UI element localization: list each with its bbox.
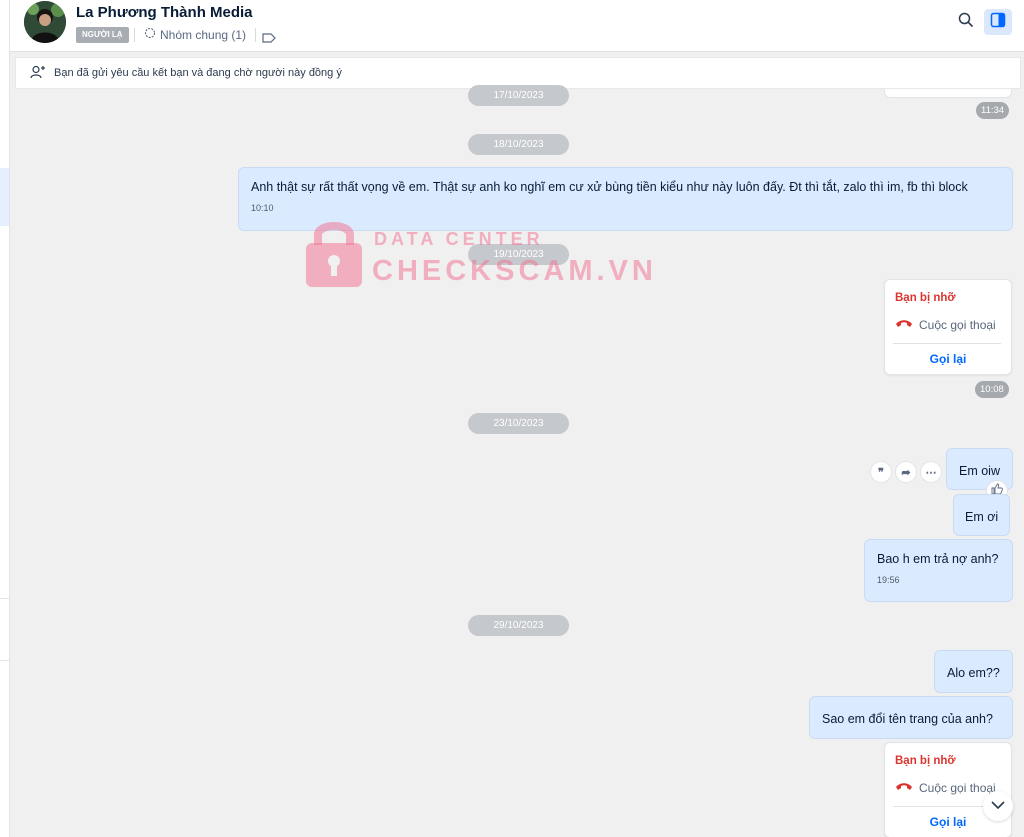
message-text: Sao em đổi tên trang của anh? [822, 712, 993, 726]
divider [0, 660, 9, 661]
date-separator: 18/10/2023 [468, 134, 569, 155]
missed-call-icon [895, 317, 913, 332]
forward-icon[interactable]: ➦ [896, 462, 916, 482]
active-conversation-indicator [0, 168, 9, 226]
message-card-partial [884, 89, 1012, 98]
more-options-icon[interactable]: ⋯ [921, 462, 941, 482]
divider [255, 28, 256, 42]
contact-name[interactable]: La Phương Thành Media [76, 4, 253, 21]
avatar[interactable] [24, 1, 66, 43]
call-type-label: Cuộc gọi thoại [919, 780, 996, 795]
date-separator: 23/10/2023 [468, 413, 569, 434]
common-groups-link[interactable]: Nhóm chung (1) [144, 27, 246, 42]
message-time: 10:10 [251, 202, 274, 213]
group-icon [144, 27, 156, 42]
message-bubble[interactable]: Sao em đổi tên trang của anh? [809, 696, 1013, 739]
date-separator: 19/10/2023 [468, 244, 569, 265]
scroll-to-bottom-button[interactable] [983, 791, 1013, 821]
divider [134, 28, 135, 42]
message-text: Anh thật sự rất thất vọng về em. Thật sự… [251, 180, 968, 194]
friend-request-text: Bạn đã gửi yêu cầu kết bạn và đang chờ n… [54, 67, 342, 79]
missed-call-card: Bạn bị nhỡ Cuộc gọi thoại Gọi lại [884, 279, 1012, 375]
call-type-row: Cuộc gọi thoại [895, 780, 996, 795]
common-groups-label: Nhóm chung (1) [160, 27, 247, 42]
search-icon [958, 12, 974, 33]
missed-call-card: Bạn bị nhỡ Cuộc gọi thoại Gọi lại [884, 742, 1012, 837]
chat-header: La Phương Thành Media NGƯỜI LẠ Nhóm chun… [10, 0, 1024, 52]
left-panel-edge [0, 0, 10, 837]
quote-icon[interactable]: ❞ [871, 462, 891, 482]
stranger-badge: NGƯỜI LẠ [76, 27, 129, 43]
message-time: 11:34 [976, 102, 1010, 119]
missed-call-title: Bạn bị nhỡ [895, 755, 956, 767]
panel-toggle-icon [990, 12, 1006, 33]
message-text: Bao h em trả nợ anh? [877, 552, 999, 566]
message-bubble[interactable]: Alo em?? [934, 650, 1013, 693]
message-bubble[interactable]: Em ơi [953, 494, 1011, 536]
message-time: 10:08 [975, 381, 1009, 398]
message-bubble[interactable]: Bao h em trả nợ anh? 19:56 [864, 539, 1013, 602]
message-text: Em oiw [959, 464, 1000, 478]
tag-icon[interactable] [262, 30, 276, 48]
message-text: Em ơi [965, 510, 999, 524]
missed-call-title: Bạn bị nhỡ [895, 292, 956, 304]
missed-call-icon [895, 780, 913, 795]
search-button[interactable] [955, 11, 977, 33]
call-type-row: Cuộc gọi thoại [895, 317, 996, 332]
divider [893, 343, 1001, 344]
message-bubble[interactable]: Anh thật sự rất thất vọng về em. Thật sự… [238, 167, 1013, 231]
date-separator: 17/10/2023 [468, 85, 569, 106]
message-time: 19:56 [877, 574, 900, 585]
call-type-label: Cuộc gọi thoại [919, 317, 996, 332]
call-back-button[interactable]: Gọi lại [885, 352, 1011, 366]
chevron-down-icon [991, 797, 1005, 815]
date-separator: 29/10/2023 [468, 615, 569, 636]
add-friend-icon [30, 65, 46, 82]
message-text: Alo em?? [947, 666, 1000, 680]
toggle-info-panel-button[interactable] [984, 9, 1012, 35]
divider [0, 598, 9, 599]
